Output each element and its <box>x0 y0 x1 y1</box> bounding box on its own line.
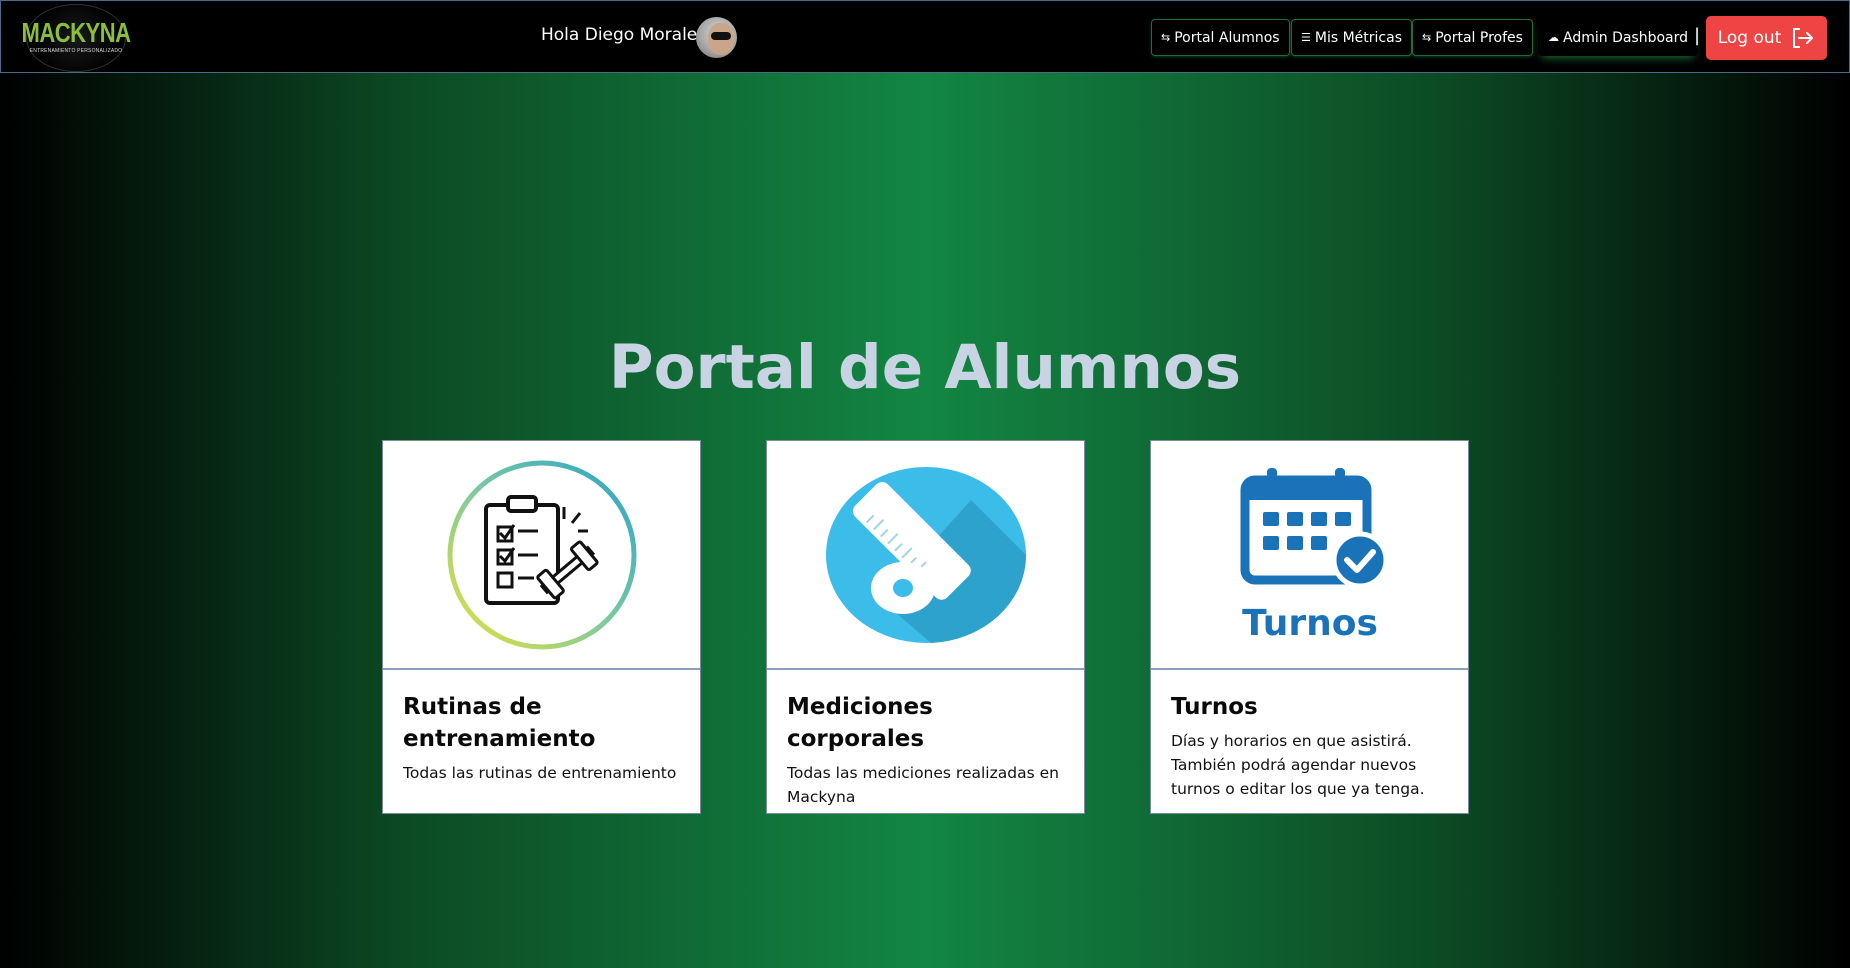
card-rutinas[interactable]: Rutinas de entrenamiento Todas las rutin… <box>382 440 701 814</box>
logo-tagline: ENTRENAMIENTO PERSONALIZADO <box>29 48 123 54</box>
logout-icon <box>1793 28 1814 48</box>
cloud-icon: ☁ <box>1548 31 1559 44</box>
top-navbar: MACKYNA ENTRENAMIENTO PERSONALIZADO Hola… <box>0 0 1850 73</box>
portal-icon: ⇆ <box>1161 31 1171 44</box>
nav-label: Portal Profes <box>1435 29 1523 46</box>
checklist-dumbbell-icon <box>447 460 636 649</box>
nav-portal-alumnos-button[interactable]: ⇆ Portal Alumnos <box>1151 19 1290 56</box>
nav-label: Mis Métricas <box>1314 29 1402 46</box>
card-image <box>767 441 1084 670</box>
logo-brand: MACKYNA <box>21 16 131 48</box>
nav-label: Admin Dashboard <box>1563 29 1689 46</box>
card-description: Todas las rutinas de entrenamiento <box>403 764 677 782</box>
card-body: Turnos Días y horarios en que asistirá. … <box>1151 670 1468 801</box>
card-image: Turnos <box>1151 441 1468 670</box>
logout-button[interactable]: Log out <box>1706 16 1827 60</box>
nav-separator: | <box>1694 25 1701 46</box>
portal-icon: ⇆ <box>1422 31 1432 44</box>
logout-label: Log out <box>1717 28 1782 48</box>
measuring-tape-icon <box>825 466 1026 643</box>
card-title: Mediciones corporales <box>787 694 933 752</box>
nav-label: Portal Alumnos <box>1174 29 1280 46</box>
card-title: Turnos <box>1171 694 1258 720</box>
card-body: Mediciones corporales Todas las medicion… <box>767 670 1084 809</box>
nav-admin-dashboard-button[interactable]: ☁ Admin Dashboard <box>1538 19 1699 56</box>
nav-mis-metricas-button[interactable]: ☰ Mis Métricas <box>1291 19 1412 56</box>
card-description: Días y horarios en que asistirá. También… <box>1171 732 1425 798</box>
page-title: Portal de Alumnos <box>608 332 1242 403</box>
avatar[interactable] <box>696 17 737 58</box>
metrics-icon: ☰ <box>1301 31 1311 44</box>
card-description: Todas las mediciones realizadas en Macky… <box>787 764 1059 806</box>
card-body: Rutinas de entrenamiento Todas las rutin… <box>383 670 700 785</box>
card-title: Rutinas de entrenamiento <box>403 694 596 752</box>
card-image <box>383 441 700 670</box>
card-mediciones[interactable]: Mediciones corporales Todas las medicion… <box>766 440 1085 814</box>
card-turnos[interactable]: Turnos Turnos Días y horarios en que asi… <box>1150 440 1469 814</box>
user-greeting: Hola Diego Morales! <box>541 25 713 45</box>
calendar-image-text: Turnos <box>1242 603 1378 644</box>
avatar-glasses <box>711 32 731 40</box>
nav-portal-profes-button[interactable]: ⇆ Portal Profes <box>1412 19 1533 56</box>
mackyna-logo[interactable]: MACKYNA ENTRENAMIENTO PERSONALIZADO <box>22 4 131 72</box>
calendar-check-icon: Turnos <box>1240 467 1388 644</box>
